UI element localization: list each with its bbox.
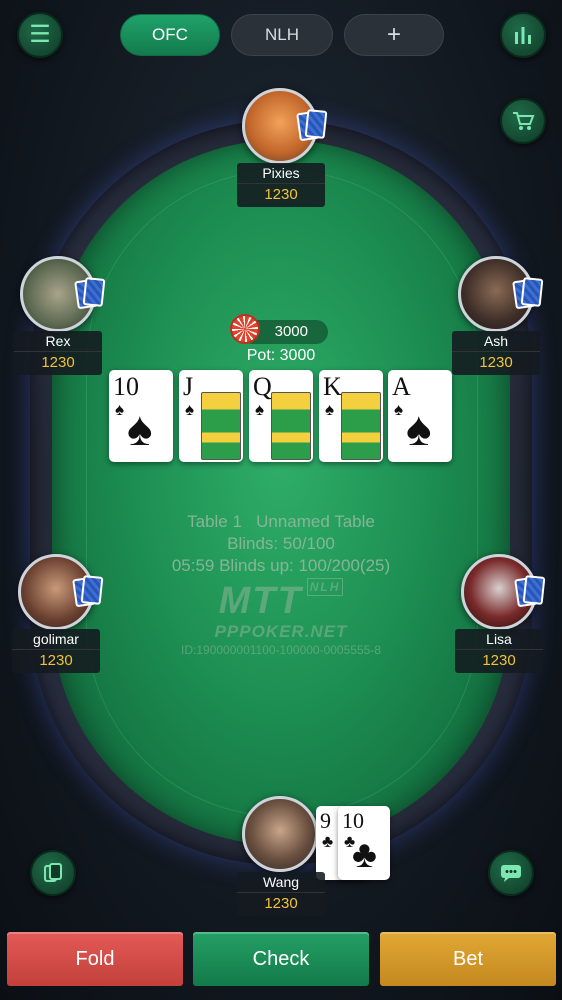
fold-button[interactable]: Fold <box>7 932 183 986</box>
community-card-2: J ♠ <box>179 370 243 462</box>
pot-label: Pot: 3000 <box>246 347 316 364</box>
player-name: Wang <box>262 874 300 890</box>
bet-button[interactable]: Bet <box>380 932 556 986</box>
cart-icon <box>513 112 535 130</box>
player-cards-left-upper <box>74 277 106 312</box>
player-cards-right-upper <box>512 277 544 312</box>
hero-nameplate: Wang 1230 <box>237 872 325 916</box>
chat-button[interactable] <box>488 850 534 896</box>
cards-button[interactable] <box>30 850 76 896</box>
check-button[interactable]: Check <box>193 932 369 986</box>
add-tab-button[interactable]: + <box>344 14 444 56</box>
community-card-4: K ♠ <box>319 370 383 462</box>
player-name: Rex <box>45 333 71 349</box>
felt-border <box>86 170 478 817</box>
community-card-1: 10 ♠ ♠ <box>109 370 173 462</box>
table-name: Table 1 Unnamed Table <box>187 512 375 531</box>
watermark-site: PPPOKER.NET <box>214 622 348 641</box>
face-card-art <box>341 392 381 460</box>
player-chips: 1230 <box>452 351 540 374</box>
hero-card-2: 10 ♣ ♣ <box>338 806 390 880</box>
community-card-3: Q ♠ <box>249 370 313 462</box>
menu-icon: ☰ <box>29 21 51 48</box>
face-card-art <box>201 392 241 460</box>
table-id: ID:190000001100-100000-0005555-8 <box>181 643 381 657</box>
tab-nlh[interactable]: NLH <box>231 14 333 56</box>
chat-icon <box>501 865 521 882</box>
blinds-timer: 05:59 Blinds up: 100/200(25) <box>171 556 391 575</box>
watermark-sub: NLH <box>306 578 344 596</box>
player-nameplate-left-upper: Rex 1230 <box>14 331 102 375</box>
player-chips: 1230 <box>14 351 102 374</box>
cards-icon <box>44 863 62 882</box>
player-cards-top <box>296 109 328 144</box>
player-nameplate-top: Pixies 1230 <box>237 163 325 207</box>
player-chips: 1230 <box>237 892 325 915</box>
player-name: Pixies <box>262 165 300 181</box>
tab-ofc[interactable]: OFC <box>120 14 220 56</box>
community-card-5: A ♠ ♠ <box>388 370 452 462</box>
player-chips: 1230 <box>237 183 325 206</box>
stats-button[interactable] <box>500 12 546 58</box>
blinds-label: Blinds: 50/100 <box>227 534 335 553</box>
bar-chart-icon <box>515 27 531 44</box>
hero-avatar[interactable] <box>242 796 318 872</box>
watermark-logo: MTT NLH <box>0 578 562 623</box>
menu-button[interactable]: ☰ <box>17 12 63 58</box>
shop-button[interactable] <box>500 98 546 144</box>
player-nameplate-right-upper: Ash 1230 <box>452 331 540 375</box>
chip-stack-icon <box>230 314 260 344</box>
face-card-art <box>271 392 311 460</box>
player-name: Ash <box>483 333 509 349</box>
